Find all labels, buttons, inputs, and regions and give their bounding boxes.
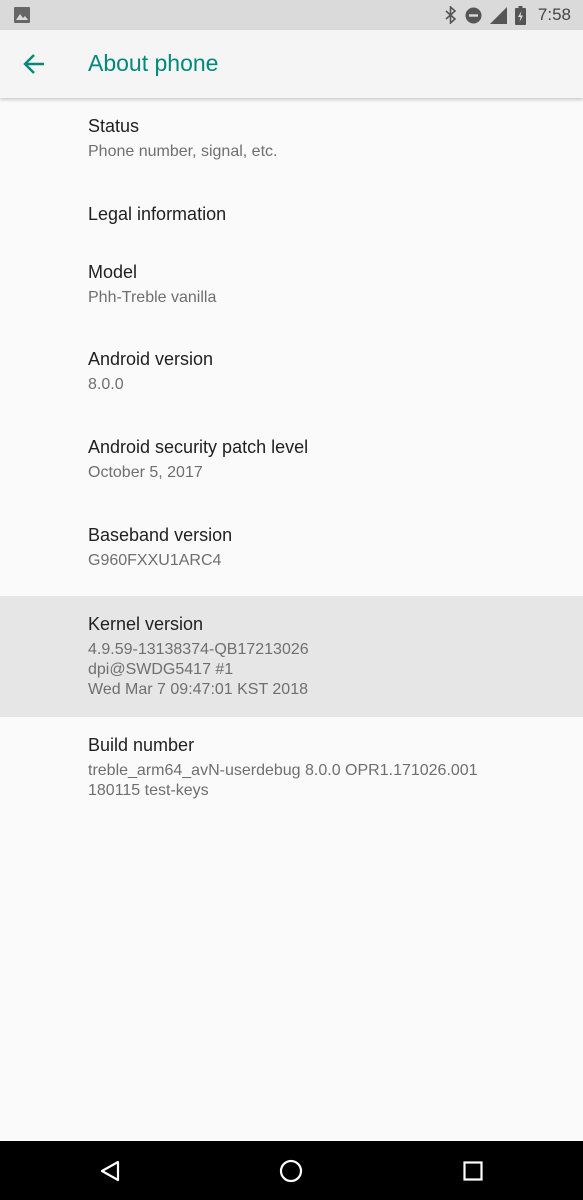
navigation-bar	[0, 1141, 583, 1200]
item-title: Model	[88, 262, 138, 282]
app-bar: About phone	[0, 30, 583, 98]
item-summary: treble_arm64_avN-userdebug 8.0.0 OPR1.17…	[88, 761, 583, 801]
signal-icon	[489, 6, 507, 24]
item-title: Baseband version	[88, 525, 233, 545]
item-baseband-version[interactable]: Baseband version G960FXXU1ARC4	[0, 508, 583, 596]
do-not-disturb-icon	[465, 7, 482, 24]
item-title: Kernel version	[88, 614, 204, 634]
bluetooth-icon	[445, 6, 457, 24]
item-legal-information[interactable]: Legal information	[0, 187, 583, 245]
item-summary: 4.9.59-13138374-QB17213026 dpi@SWDG5417 …	[88, 640, 583, 700]
page-title: About phone	[88, 50, 219, 76]
recents-square-icon	[463, 1161, 483, 1181]
item-status[interactable]: Status Phone number, signal, etc.	[0, 98, 583, 187]
item-summary: Phone number, signal, etc.	[88, 143, 278, 160]
item-build-number[interactable]: Build number treble_arm64_avN-userdebug …	[0, 717, 583, 827]
status-bar: 7:58	[0, 0, 583, 30]
item-summary-line: 180115 test-keys	[88, 782, 209, 799]
nav-home-button[interactable]	[271, 1151, 311, 1191]
item-summary: 8.0.0	[88, 376, 124, 393]
item-title: Build number	[88, 735, 195, 755]
item-summary: October 5, 2017	[88, 464, 203, 481]
item-summary-line: 4.9.59-13138374-QB17213026	[88, 641, 309, 658]
item-android-security-patch-level[interactable]: Android security patch level October 5, …	[0, 421, 583, 508]
home-circle-icon	[279, 1159, 303, 1183]
item-summary-line: treble_arm64_avN-userdebug 8.0.0 OPR1.17…	[88, 762, 478, 779]
back-triangle-icon	[99, 1160, 121, 1182]
item-android-version[interactable]: Android version 8.0.0	[0, 333, 583, 421]
battery-icon	[514, 5, 526, 25]
item-title: Android security patch level	[88, 437, 309, 457]
item-kernel-version[interactable]: Kernel version 4.9.59-13138374-QB1721302…	[0, 596, 583, 717]
nav-back-button[interactable]	[90, 1151, 130, 1191]
arrow-back-icon	[23, 53, 45, 75]
back-button[interactable]	[14, 44, 54, 84]
status-time: 7:58	[537, 5, 571, 24]
item-title: Status	[88, 116, 140, 136]
item-title: Legal information	[88, 204, 227, 224]
item-title: Android version	[88, 349, 214, 369]
image-icon	[14, 7, 30, 23]
item-summary-line: dpi@SWDG5417 #1	[88, 661, 234, 678]
item-summary: Phh-Treble vanilla	[88, 289, 217, 306]
screen: 7:58 About phone Status Phone number, si…	[0, 0, 583, 1200]
item-model[interactable]: Model Phh-Treble vanilla	[0, 245, 583, 333]
item-summary: G960FXXU1ARC4	[88, 552, 222, 569]
settings-list: Status Phone number, signal, etc. Legal …	[0, 98, 583, 827]
item-summary-line: Wed Mar 7 09:47:01 KST 2018	[88, 681, 308, 698]
nav-recents-button[interactable]	[453, 1151, 493, 1191]
